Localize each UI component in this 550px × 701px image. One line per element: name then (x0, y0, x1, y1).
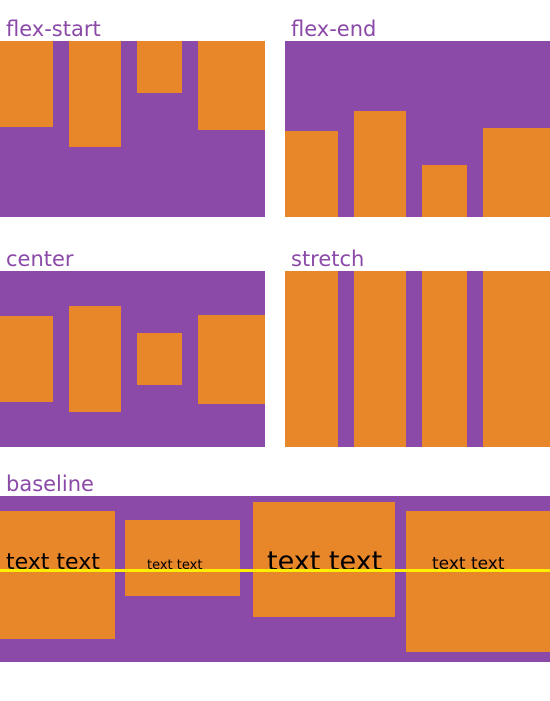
panel-stretch: stretch (285, 247, 550, 447)
flex-item (198, 41, 265, 130)
baseline-guide-line (0, 569, 550, 572)
panel-flex-end: flex-end (285, 17, 550, 217)
flex-item (354, 271, 406, 447)
flex-item (483, 128, 550, 217)
flex-item (406, 511, 550, 652)
flex-item (0, 511, 115, 639)
flex-item (69, 306, 121, 412)
flex-container-flex-end (285, 41, 550, 217)
panel-baseline: baseline text text text text text text t… (0, 472, 550, 672)
panel-center: center (0, 247, 265, 447)
panel-title-stretch: stretch (291, 247, 365, 271)
flex-item (285, 271, 338, 447)
flex-container-flex-start (0, 41, 265, 217)
flex-item (422, 165, 467, 217)
flex-item (137, 41, 182, 93)
flex-item (354, 111, 406, 217)
flex-container-baseline: text text text text text text text text (0, 496, 550, 662)
flex-item (0, 316, 53, 402)
flex-item (198, 315, 265, 404)
panel-title-flex-end: flex-end (291, 17, 377, 41)
flex-item (137, 333, 182, 385)
flex-item (285, 131, 338, 217)
panel-title-flex-start: flex-start (6, 17, 101, 41)
flex-item (483, 271, 550, 447)
flex-item (0, 41, 53, 127)
panel-title-center: center (6, 247, 74, 271)
flex-container-stretch (285, 271, 550, 447)
flex-item (69, 41, 121, 147)
panel-flex-start: flex-start (0, 17, 265, 217)
flex-container-center (0, 271, 265, 447)
flex-item (422, 271, 467, 447)
panel-title-baseline: baseline (6, 472, 94, 496)
